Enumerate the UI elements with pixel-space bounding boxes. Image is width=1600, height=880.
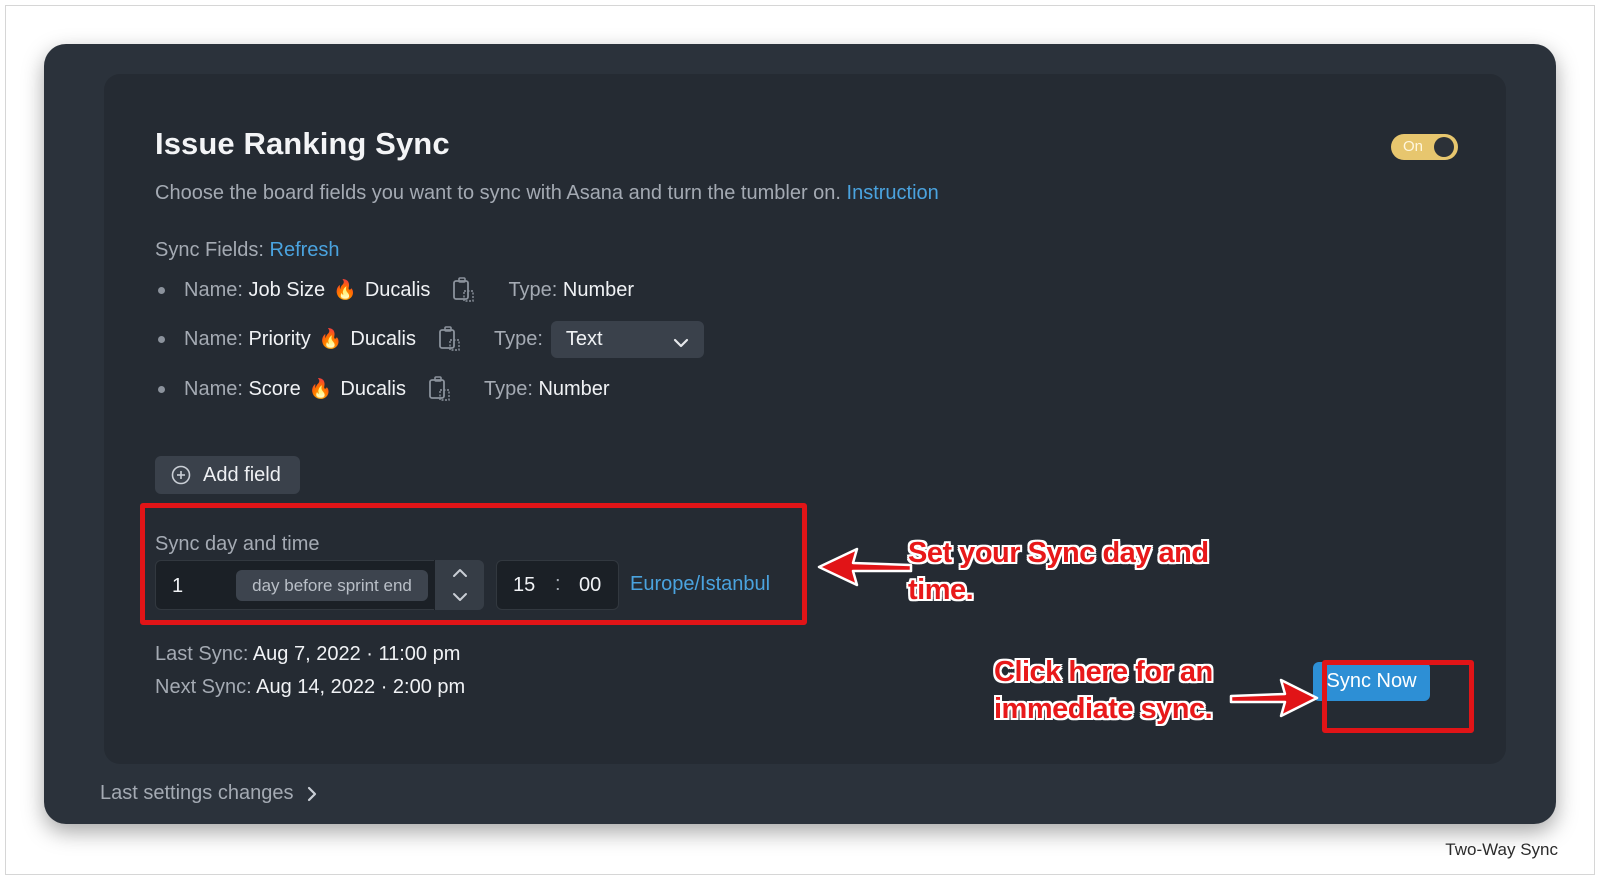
annotation-line: Set your Sync day and xyxy=(908,537,1209,569)
add-field-label: Add field xyxy=(203,463,281,486)
sync-now-annotation: Click here for an immediate sync. xyxy=(994,654,1213,728)
field-name: Score xyxy=(248,377,301,400)
flame-icon: 🔥 xyxy=(318,329,343,350)
name-label: Name: xyxy=(184,327,243,350)
last-settings-changes-label: Last settings changes xyxy=(100,782,294,804)
description: Choose the board fields you want to sync… xyxy=(155,182,939,205)
last-sync: Last Sync: Aug 7, 2022 · 11:00 pm xyxy=(155,643,460,666)
arrow-right-icon xyxy=(1229,678,1319,718)
flame-icon: 🔥 xyxy=(308,379,333,400)
annotation-line: immediate sync. xyxy=(994,693,1213,725)
last-settings-changes-link[interactable]: Last settings changes xyxy=(100,782,317,805)
next-sync-value: Aug 14, 2022 · 2:00 pm xyxy=(256,676,466,698)
issue-ranking-sync-card: Issue Ranking Sync On Choose the board f… xyxy=(104,74,1506,764)
page-title: Issue Ranking Sync xyxy=(155,126,450,161)
annotation-line: Click here for an xyxy=(994,656,1213,688)
refresh-link[interactable]: Refresh xyxy=(270,239,340,261)
next-sync-label: Next Sync: xyxy=(155,676,252,698)
flame-icon: 🔥 xyxy=(333,280,357,301)
bullet xyxy=(158,286,165,294)
add-field-button[interactable]: Add field xyxy=(155,456,300,494)
arrow-left-icon xyxy=(817,547,913,587)
sync-fields-heading: Sync Fields: Refresh xyxy=(155,239,340,262)
day-time-highlight-box xyxy=(140,503,807,625)
copy-icon[interactable] xyxy=(438,326,462,352)
field-type: Number xyxy=(538,377,610,400)
description-text: Choose the board fields you want to sync… xyxy=(155,182,841,204)
sync-field-row: Name: Job Size 🔥 Ducalis Type: Number xyxy=(155,270,634,310)
chevron-right-icon xyxy=(307,786,317,802)
toggle-label: On xyxy=(1403,138,1424,155)
bullet xyxy=(158,335,165,343)
sync-now-highlight-box xyxy=(1322,660,1474,733)
type-select[interactable]: Text xyxy=(550,320,704,358)
sync-toggle[interactable]: On xyxy=(1391,134,1458,160)
type-label: Type: xyxy=(483,377,533,400)
field-source: Ducalis xyxy=(364,278,431,301)
last-sync-label: Last Sync: xyxy=(155,643,249,665)
instruction-link[interactable]: Instruction xyxy=(847,182,939,204)
sync-field-row: Name: Priority 🔥 Ducalis Type: Text xyxy=(155,319,704,359)
field-name: Priority xyxy=(248,327,311,350)
field-name: Job Size xyxy=(248,278,326,301)
field-type: Number xyxy=(562,278,635,301)
name-label: Name: xyxy=(184,278,243,301)
plus-circle-icon xyxy=(171,465,191,485)
bullet xyxy=(158,385,165,393)
copy-icon[interactable] xyxy=(428,376,452,402)
sync-fields-label: Sync Fields: xyxy=(155,239,264,261)
copy-icon[interactable] xyxy=(452,277,476,303)
name-label: Name: xyxy=(184,377,243,400)
day-time-annotation: Set your Sync day and time. xyxy=(908,535,1209,609)
field-source: Ducalis xyxy=(350,327,416,350)
type-label: Type: xyxy=(493,327,543,350)
next-sync: Next Sync: Aug 14, 2022 · 2:00 pm xyxy=(155,676,465,699)
watermark-label: Two-Way Sync xyxy=(1445,840,1558,859)
field-source: Ducalis xyxy=(340,377,406,400)
chevron-down-icon xyxy=(673,332,689,355)
type-label: Type: xyxy=(508,278,558,301)
toggle-knob xyxy=(1434,137,1454,157)
sync-field-row: Name: Score 🔥 Ducalis Type: Number xyxy=(155,369,610,409)
last-sync-value: Aug 7, 2022 · 11:00 pm xyxy=(252,643,461,665)
type-select-value: Text xyxy=(565,327,603,350)
annotation-line: time. xyxy=(908,574,974,606)
